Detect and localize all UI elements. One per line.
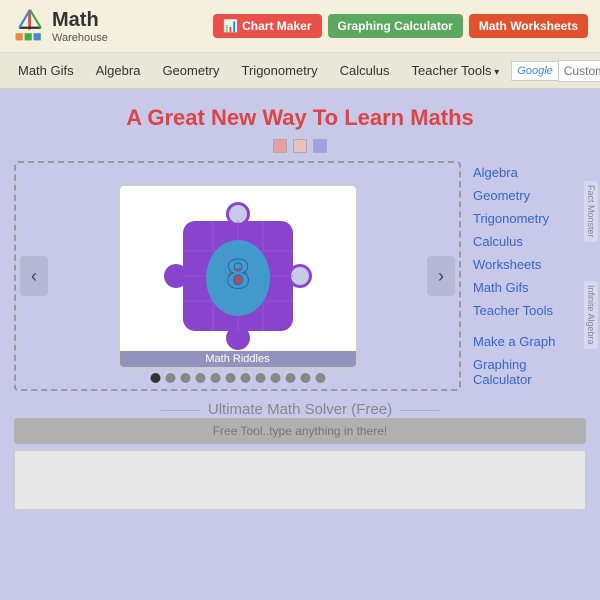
solver-title: Ultimate Math Solver (Free)	[208, 401, 392, 418]
nav-item-algebra[interactable]: Algebra	[86, 57, 151, 84]
sidebar-link-geometry[interactable]: Geometry	[471, 184, 586, 207]
nav-item-geometry[interactable]: Geometry	[152, 57, 229, 84]
sidebar: Algebra Geometry Trigonometry Calculus W…	[471, 161, 586, 391]
sidebar-link-makeagraph[interactable]: Make a Graph	[471, 330, 586, 353]
graphing-calc-label: Graphing Calculator	[338, 19, 453, 33]
logo-area: Math Warehouse	[12, 8, 108, 44]
carousel-prev-button[interactable]: ‹	[20, 256, 48, 296]
indicator-7[interactable]	[255, 373, 265, 383]
logo-subtext: Warehouse	[52, 32, 108, 44]
main-content: A Great New Way To Learn Maths ‹	[0, 89, 600, 520]
indicator-6[interactable]	[240, 373, 250, 383]
nav-item-teachertools[interactable]: Teacher Tools	[401, 57, 509, 84]
sidebar-link-teachertools[interactable]: Teacher Tools	[471, 299, 586, 322]
sidebar-link-calculus[interactable]: Calculus	[471, 230, 586, 253]
indicator-8[interactable]	[270, 373, 280, 383]
math-worksheets-button[interactable]: Math Worksheets	[469, 14, 588, 38]
sidebar-infinite-algebra-tab: Infinite Algebra	[584, 281, 598, 349]
search-area: Google 🔍	[511, 59, 600, 83]
nav-item-calculus[interactable]: Calculus	[330, 57, 400, 84]
indicator-9[interactable]	[285, 373, 295, 383]
indicator-0[interactable]	[150, 373, 160, 383]
graphing-calculator-button[interactable]: Graphing Calculator	[328, 14, 463, 38]
search-input[interactable]	[558, 60, 600, 82]
page-title: A Great New Way To Learn Maths	[14, 105, 586, 131]
solver-section: ——— Ultimate Math Solver (Free) ———	[14, 401, 586, 510]
sidebar-link-mathgifs[interactable]: Math Gifs	[471, 276, 586, 299]
dot-3[interactable]	[313, 139, 327, 153]
carousel-indicators	[150, 373, 325, 383]
logo-icon	[12, 8, 48, 44]
svg-text:8: 8	[226, 250, 249, 297]
dots-row	[14, 139, 586, 153]
carousel-image-area: 8 Math Riddles	[118, 184, 358, 369]
navigation: Math Gifs Algebra Geometry Trigonometry …	[0, 53, 600, 89]
header: Math Warehouse 📊 Chart Maker Graphing Ca…	[0, 0, 600, 53]
carousel-caption: Math Riddles	[120, 351, 356, 367]
chart-maker-button[interactable]: 📊 Chart Maker	[213, 14, 321, 38]
carousel: ‹	[14, 161, 461, 391]
sidebar-link-algebra[interactable]: Algebra	[471, 161, 586, 184]
nav-item-mathgifs[interactable]: Math Gifs	[8, 57, 84, 84]
carousel-next-button[interactable]: ›	[427, 256, 455, 296]
indicator-4[interactable]	[210, 373, 220, 383]
nav-item-trigonometry[interactable]: Trigonometry	[232, 57, 328, 84]
indicator-2[interactable]	[180, 373, 190, 383]
solver-dashes-right: ———	[400, 402, 439, 417]
dot-2[interactable]	[293, 139, 307, 153]
indicator-5[interactable]	[225, 373, 235, 383]
indicator-11[interactable]	[315, 373, 325, 383]
solver-title-row: ——— Ultimate Math Solver (Free) ———	[14, 401, 586, 418]
puzzle-image: 8	[158, 196, 318, 356]
solver-input-area	[14, 418, 586, 444]
carousel-wrapper: ‹	[14, 161, 586, 391]
solver-input[interactable]	[22, 424, 578, 438]
indicator-3[interactable]	[195, 373, 205, 383]
solver-dashes-left: ———	[161, 402, 200, 417]
chart-maker-label: Chart Maker	[242, 19, 311, 33]
sidebar-link-graphingcalc[interactable]: Graphing Calculator	[471, 353, 586, 391]
worksheets-label: Math Worksheets	[479, 19, 578, 33]
dot-1[interactable]	[273, 139, 287, 153]
chart-icon: 📊	[223, 19, 238, 33]
search-google-label: Google	[511, 61, 557, 81]
sidebar-fact-monster-tab: Fact Monster	[584, 181, 598, 242]
logo-text: Math	[52, 9, 108, 32]
indicator-1[interactable]	[165, 373, 175, 383]
indicator-10[interactable]	[300, 373, 310, 383]
solver-result-box	[14, 450, 586, 510]
header-buttons: 📊 Chart Maker Graphing Calculator Math W…	[213, 14, 588, 38]
sidebar-link-trigonometry[interactable]: Trigonometry	[471, 207, 586, 230]
sidebar-link-worksheets[interactable]: Worksheets	[471, 253, 586, 276]
